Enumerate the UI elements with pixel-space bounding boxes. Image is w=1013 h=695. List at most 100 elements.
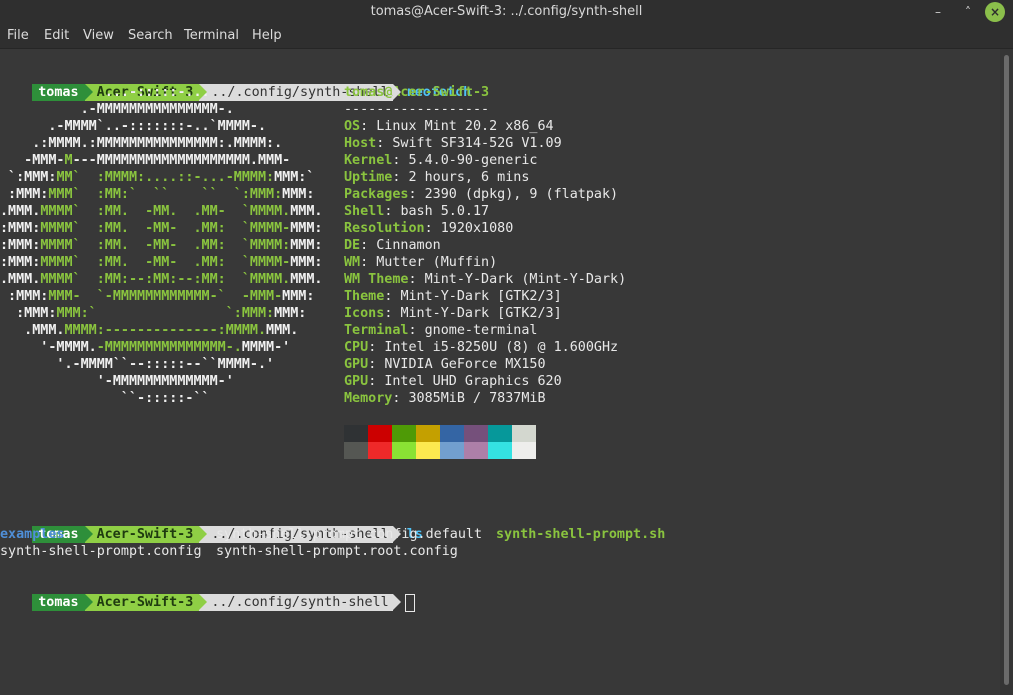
info-key: Uptime (344, 170, 393, 185)
ascii-art-fragment: MMM:` (274, 170, 315, 185)
palette-swatch (488, 425, 512, 442)
info-colon: : (408, 323, 425, 338)
prompt-line: tomas Acer-Swift-3 ../.config/synth-shell (0, 577, 415, 612)
ascii-art-fragment: MMMM` :MM. -MM- .MM: `MMMM- (40, 255, 291, 270)
menu-search[interactable]: Search (128, 28, 173, 43)
neofetch-separator: ------------------ (344, 102, 490, 117)
ascii-art-fragment: ``-:::::-`` (0, 391, 210, 406)
maximize-icon[interactable]: ˄ (958, 2, 978, 22)
prompt-separator (84, 594, 93, 610)
info-value: 2390 (dpkg), 9 (flatpak) (424, 187, 619, 202)
info-key: GPU (344, 374, 369, 389)
ascii-art-line: -MMM-M---MMMMMMMMMMMMMMMMMMM.MMM- (0, 152, 290, 169)
info-colon: : (392, 153, 409, 168)
prompt-separator (84, 84, 93, 100)
info-value: Mutter (Muffin) (376, 255, 498, 270)
info-value: Linux Mint 20.2 x86_64 (376, 119, 554, 134)
ascii-art-fragment: MMM:` `:MMM: (56, 306, 275, 321)
ascii-art-fragment: MM` :MMMM:....::-...-MMMM: (56, 170, 275, 185)
neofetch-header: tomas@Acer-Swift-3 (344, 85, 490, 100)
minimize-icon[interactable]: – (928, 2, 948, 22)
info-key: OS (344, 119, 361, 134)
ascii-art-fragment: ---MMMMMMMMMMMMMMMMMMM.MMM- (72, 153, 291, 168)
neofetch-info-line: Memory: 3085MiB / 7837MiB (344, 390, 546, 407)
ascii-art-fragment: MMM: (282, 289, 315, 304)
ascii-art-fragment: M (64, 153, 73, 168)
info-value: Cinnamon (376, 238, 441, 253)
neofetch-info-line: OS: Linux Mint 20.2 x86_64 (344, 118, 554, 135)
prompt-separator (392, 526, 401, 542)
ascii-art-fragment: MMM: (290, 255, 323, 270)
info-value: gnome-terminal (424, 323, 538, 338)
info-value: Mint-Y-Dark (Mint-Y-Dark) (424, 272, 627, 287)
ascii-art-fragment: MMM` :MM:` `` `` `:MMM: (48, 187, 283, 202)
ascii-art-fragment: MMM. (290, 272, 323, 287)
title-bar: tomas@Acer-Swift-3: ../.config/synth-she… (0, 0, 1013, 24)
ascii-art-fragment: ...-:::::-... (0, 85, 210, 100)
palette-swatch (344, 442, 368, 459)
ascii-art-fragment: MMMM` :MM:--:MM:--:MM: `MMMM. (40, 272, 291, 287)
menu-view[interactable]: View (83, 28, 114, 43)
prompt-host-label: Acer-Swift-3 (96, 595, 194, 610)
info-colon: : (360, 238, 377, 253)
ascii-art-fragment: .-MMMMMMMMMMMMMMM-. (0, 102, 234, 117)
ascii-art-line: :MMM:MMMM` :MM. -MM- .MM: `MMMM-MMM: (0, 220, 322, 237)
prompt-separator (392, 594, 401, 610)
neofetch-info-line: CPU: Intel i5-8250U (8) @ 1.600GHz (344, 339, 618, 356)
palette-swatch (440, 442, 464, 459)
neofetch-info-line: Packages: 2390 (dpkg), 9 (flatpak) (344, 186, 618, 203)
ascii-art-fragment: :MMM: (0, 238, 41, 253)
palette-swatch (416, 425, 440, 442)
ascii-art-fragment: MMMM` :MM. -MM- .MM: `MMMM: (40, 238, 291, 253)
palette-swatch (392, 425, 416, 442)
neofetch-info-line: Shell: bash 5.0.17 (344, 203, 489, 220)
info-key: Icons (344, 306, 385, 321)
prompt-line: tomas Acer-Swift-3 ../.config/synth-shell l… (0, 509, 423, 543)
close-icon[interactable]: × (985, 2, 1005, 22)
neofetch-info-line: Host: Swift SF314-52G V1.09 (344, 135, 562, 152)
info-key: GPU (344, 357, 369, 372)
info-key: Terminal (344, 323, 409, 338)
ascii-art-fragment: :MMM: (0, 289, 49, 304)
prompt-separator (392, 84, 401, 100)
ascii-art-fragment: MMM: (290, 221, 323, 236)
palette-swatch (512, 425, 536, 442)
neofetch-info-line: Icons: Mint-Y-Dark [GTK2/3] (344, 305, 562, 322)
ascii-art-line: '-MMMMMMMMMMMMM-' (0, 373, 234, 390)
neofetch-info-line: Theme: Mint-Y-Dark [GTK2/3] (344, 288, 562, 305)
window-title: tomas@Acer-Swift-3: ../.config/synth-she… (370, 4, 643, 19)
info-key: Memory (344, 391, 393, 406)
info-colon: : (368, 374, 385, 389)
info-value: Swift SF314-52G V1.09 (392, 136, 562, 151)
neofetch-info-line: GPU: NVIDIA GeForce MX150 (344, 356, 546, 373)
ascii-art-fragment: .MMM. (0, 323, 65, 338)
neofetch-info-line: Resolution: 1920x1080 (344, 220, 513, 237)
info-key: WM Theme (344, 272, 409, 287)
ascii-art-fragment: MMMM` :MM. -MM. .MM- `MMMM. (40, 204, 291, 219)
menu-edit[interactable]: Edit (44, 28, 69, 43)
ls-entry: synth-shell-prompt.sh (496, 527, 666, 542)
ascii-art-line: :MMM:MMM` :MM:` `` `` `:MMM:MMM: (0, 186, 314, 203)
info-colon: : (360, 255, 377, 270)
ascii-art-fragment: -MMM- (0, 153, 65, 168)
text-cursor[interactable] (404, 594, 415, 612)
info-value: Mint-Y-Dark [GTK2/3] (400, 306, 562, 321)
info-value: 1920x1080 (440, 221, 514, 236)
menu-help[interactable]: Help (252, 28, 282, 43)
ls-entry: synth-shell-prompt.config.default (216, 527, 483, 542)
neofetch-info-line: Uptime: 2 hours, 6 mins (344, 169, 529, 186)
ascii-art-fragment: MMM: (274, 306, 307, 321)
ascii-art-fragment: '-MMMM. (0, 340, 97, 355)
ascii-art-line: `:MMM:MM` :MMMM:....::-...-MMMM:MMM:` (0, 169, 314, 186)
terminal-area[interactable]: tomas Acer-Swift-3 ../.config/synth-shell n… (0, 49, 1000, 695)
scrollbar[interactable] (1000, 49, 1013, 695)
menu-terminal[interactable]: Terminal (184, 28, 239, 43)
info-value: Intel i5-8250U (8) @ 1.600GHz (384, 340, 619, 355)
prompt-host: Acer-Swift-3 (84, 594, 200, 611)
scrollbar-thumb[interactable] (1004, 55, 1009, 685)
ascii-art-fragment: MMM- `-MMMMMMMMMMMM-` -MMM- (48, 289, 283, 304)
neofetch-info-line: WM: Mutter (Muffin) (344, 254, 497, 271)
palette-swatch (464, 425, 488, 442)
ascii-art-fragment: MMM: (290, 238, 323, 253)
menu-file[interactable]: File (7, 28, 29, 43)
